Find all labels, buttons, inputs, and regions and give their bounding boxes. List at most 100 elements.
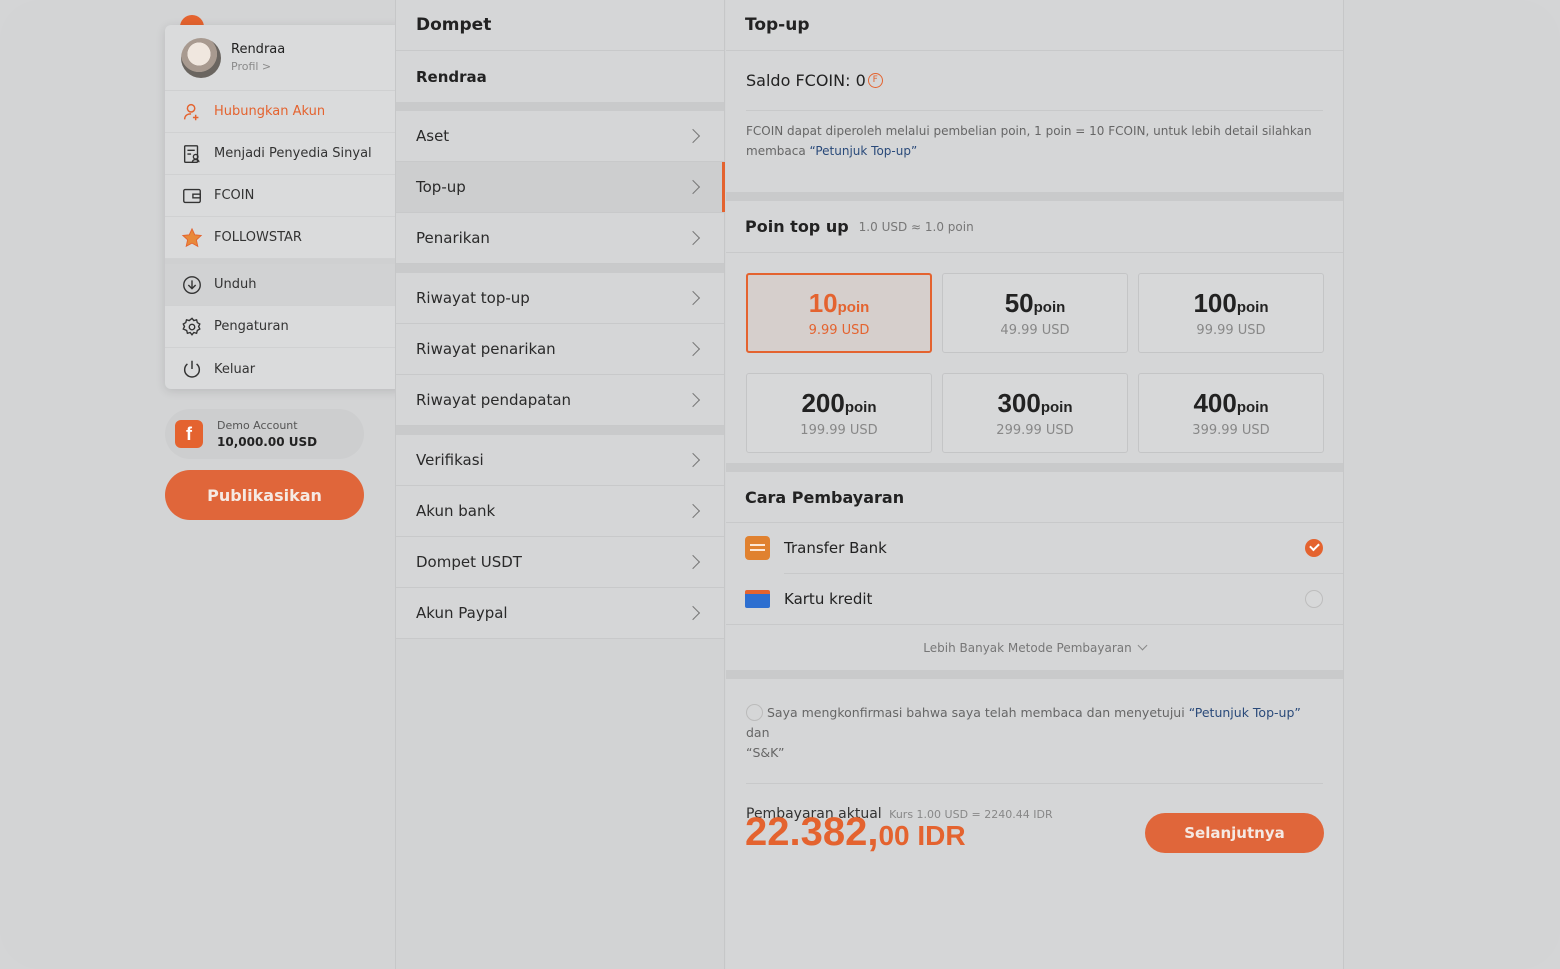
demo-account-balance: 10,000.00 USD [217, 435, 318, 449]
more-payment-methods[interactable]: Lebih Banyak Metode Pembayaran [726, 624, 1343, 670]
menu-item-fcoin[interactable]: FCOIN [165, 175, 405, 217]
nav-item-bank-account[interactable]: Akun bank [396, 486, 724, 537]
package-unit: poin [1040, 399, 1073, 416]
package-price: 199.99 USD [800, 423, 878, 438]
menu-item-download[interactable]: Unduh [165, 264, 405, 306]
user-icon [183, 103, 199, 120]
chevron-right-icon [685, 452, 701, 468]
points-rate-note: 1.0 USD ≈ 1.0 poin [858, 219, 974, 234]
menu-item-label: Keluar [214, 361, 256, 377]
points-package-10[interactable]: 10poin 9.99 USD [746, 273, 932, 353]
wallet-user: Rendraa [396, 51, 724, 102]
nav-item-label: Penarikan [416, 229, 490, 247]
package-amount: 10 [808, 288, 838, 318]
more-methods-label: Lebih Banyak Metode Pembayaran [923, 640, 1132, 655]
total-amount: 22.382,00 IDR [745, 810, 966, 855]
nav-item-verification[interactable]: Verifikasi [396, 435, 724, 486]
publish-button[interactable]: Publikasikan [165, 470, 364, 520]
chevron-right-icon [685, 290, 701, 306]
app-window: Rendraa Profil > Hubungkan Akun Menjadi … [0, 0, 1560, 969]
nav-item-withdrawal[interactable]: Penarikan [396, 213, 724, 264]
nav-item-usdt-wallet[interactable]: Dompet USDT [396, 537, 724, 588]
document-user-icon [183, 144, 200, 163]
chevron-right-icon [685, 179, 701, 195]
package-unit: poin [1236, 299, 1269, 316]
terms-link[interactable]: “S&K” [746, 745, 784, 760]
profile-header[interactable]: Rendraa Profil > [165, 25, 405, 91]
topup-guide-link[interactable]: “Petunjuk Top-up” [810, 144, 918, 158]
page-title: Top-up [726, 0, 1343, 51]
points-package-100[interactable]: 100poin 99.99 USD [1138, 273, 1324, 353]
points-package-200[interactable]: 200poin 199.99 USD [746, 373, 932, 453]
package-price: 99.99 USD [1196, 323, 1266, 338]
section-gap [726, 463, 1343, 472]
balance-label: Saldo FCOIN: 0 [746, 71, 866, 90]
profile-name: Rendraa [231, 42, 286, 57]
left-panel: Rendraa Profil > Hubungkan Akun Menjadi … [0, 0, 405, 969]
nav-item-income-history[interactable]: Riwayat pendapatan [396, 375, 724, 426]
menu-item-link-account[interactable]: Hubungkan Akun [165, 91, 405, 133]
menu-item-label: Unduh [214, 277, 257, 292]
chevron-right-icon [685, 392, 701, 408]
menu-item-followstar[interactable]: FOLLOWSTAR [165, 217, 405, 259]
power-icon [183, 360, 201, 378]
wallet-nav: Dompet Rendraa Aset Top-up Penarikan Riw… [395, 0, 725, 969]
nav-item-label: Akun Paypal [416, 604, 508, 622]
fcoin-icon: F [867, 73, 883, 88]
profile-link[interactable]: Profil > [231, 60, 285, 73]
chevron-right-icon [685, 128, 701, 144]
package-amount: 400 [1193, 388, 1237, 418]
menu-item-label: Pengaturan [214, 319, 289, 334]
payment-method-credit-card[interactable]: Kartu kredit [726, 574, 1343, 624]
nav-item-assets[interactable]: Aset [396, 111, 724, 162]
nav-item-label: Riwayat pendapatan [416, 391, 572, 409]
points-package-grid: 10poin 9.99 USD 50poin 49.99 USD 100poin… [726, 253, 1343, 463]
chevron-right-icon [685, 605, 701, 621]
menu-item-label: FCOIN [214, 188, 255, 203]
points-package-400[interactable]: 400poin 399.99 USD [1138, 373, 1324, 453]
nav-item-label: Riwayat top-up [416, 289, 530, 307]
points-section-header: Poin top up 1.0 USD ≈ 1.0 poin [726, 201, 1343, 253]
gear-icon [182, 316, 201, 336]
bank-transfer-icon [745, 536, 770, 560]
nav-item-label: Verifikasi [416, 451, 484, 469]
points-package-300[interactable]: 300poin 299.99 USD [942, 373, 1128, 453]
menu-item-logout[interactable]: Keluar [165, 348, 405, 390]
payment-section-header: Cara Pembayaran [726, 472, 1343, 523]
fcoin-description: FCOIN dapat diperoleh melalui pembelian … [746, 121, 1323, 192]
payment-radio-selected[interactable] [1305, 539, 1323, 557]
menu-item-settings[interactable]: Pengaturan [165, 306, 405, 348]
demo-account-card[interactable]: f Demo Account 10,000.00 USD [165, 409, 364, 459]
user-dropdown-menu: Rendraa Profil > Hubungkan Akun Menjadi … [165, 25, 405, 389]
section-gap [396, 264, 724, 273]
nav-item-label: Aset [416, 127, 450, 145]
payment-radio[interactable] [1305, 590, 1323, 608]
wallet-icon [183, 188, 201, 203]
payment-title: Cara Pembayaran [745, 487, 905, 507]
payment-method-bank-transfer[interactable]: Transfer Bank [726, 523, 1343, 573]
section-gap [726, 192, 1343, 201]
nav-item-topup[interactable]: Top-up [396, 162, 725, 213]
avatar [181, 37, 221, 78]
nav-item-label: Riwayat penarikan [416, 340, 556, 358]
menu-item-label: Hubungkan Akun [214, 104, 326, 119]
package-unit: poin [844, 399, 877, 416]
section-gap [396, 426, 724, 435]
demo-account-label: Demo Account [217, 419, 298, 432]
agreement-checkbox[interactable] [746, 703, 763, 721]
nav-item-withdrawal-history[interactable]: Riwayat penarikan [396, 324, 724, 375]
package-price: 399.99 USD [1192, 423, 1270, 438]
points-package-50[interactable]: 50poin 49.99 USD [942, 273, 1128, 353]
topup-guide-link[interactable]: “Petunjuk Top-up” [1189, 705, 1301, 720]
fxtm-logo-icon: f [175, 420, 203, 448]
nav-item-topup-history[interactable]: Riwayat top-up [396, 273, 724, 324]
menu-item-signal-provider[interactable]: Menjadi Penyedia Sinyal [165, 133, 405, 175]
package-unit: poin [837, 299, 870, 316]
menu-item-label: FOLLOWSTAR [214, 230, 302, 245]
topup-panel: Top-up Saldo FCOIN: 0 F FCOIN dapat dipe… [726, 0, 1344, 969]
next-button[interactable]: Selanjutnya [1145, 813, 1324, 853]
wallet-title: Dompet [396, 0, 724, 51]
section-gap [396, 102, 724, 111]
nav-item-paypal[interactable]: Akun Paypal [396, 588, 724, 639]
package-price: 49.99 USD [1000, 323, 1070, 338]
